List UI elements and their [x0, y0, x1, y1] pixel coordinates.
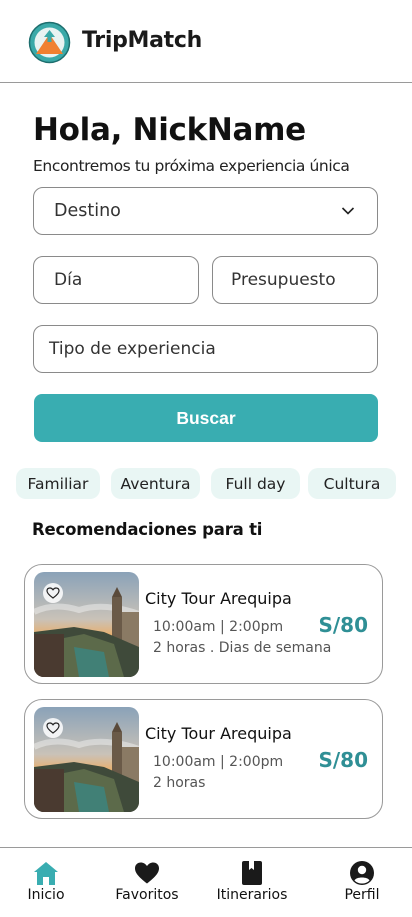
tripmatch-logo-icon[interactable]: [28, 21, 71, 64]
chevron-down-icon: [341, 207, 355, 215]
home-icon: [32, 859, 60, 887]
bottom-nav: Inicio Favoritos Itinerarios Perfil: [0, 847, 412, 917]
user-icon: [348, 859, 376, 887]
brand-name: TripMatch: [82, 28, 202, 53]
presupuesto-placeholder: Presupuesto: [231, 270, 336, 290]
favorite-heart-icon[interactable]: [43, 718, 63, 738]
tour-schedule: 10:00am | 2:00pm: [153, 754, 284, 770]
tour-price: S/80: [318, 613, 368, 637]
nav-label: Perfil: [344, 887, 380, 903]
tour-price: S/80: [318, 748, 368, 772]
presupuesto-field[interactable]: Presupuesto: [212, 256, 378, 304]
tour-title: City Tour Arequipa: [145, 724, 292, 743]
nav-item-favoritos[interactable]: Favoritos: [108, 848, 186, 917]
nav-label: Itinerarios: [216, 887, 288, 903]
destino-placeholder: Destino: [54, 201, 121, 221]
nav-item-itinerarios[interactable]: Itinerarios: [214, 848, 290, 917]
recommendation-card[interactable]: City Tour Arequipa 10:00am | 2:00pm 2 ho…: [24, 699, 383, 819]
tour-duration: 2 horas: [153, 775, 206, 791]
tour-duration: 2 horas . Dias de semana: [153, 640, 332, 656]
chip-full-day[interactable]: Full day: [211, 468, 300, 499]
page-subtitle: Encontremos tu próxima experiencia única: [33, 157, 350, 175]
chip-familiar[interactable]: Familiar: [16, 468, 100, 499]
chip-aventura[interactable]: Aventura: [111, 468, 200, 499]
tour-title: City Tour Arequipa: [145, 589, 292, 608]
tour-photo: [34, 707, 139, 812]
dia-placeholder: Día: [54, 270, 83, 290]
tour-photo: [34, 572, 139, 677]
dia-field[interactable]: Día: [33, 256, 199, 304]
favorite-heart-icon[interactable]: [43, 583, 63, 603]
destino-select[interactable]: Destino: [33, 187, 378, 235]
chip-cultura[interactable]: Cultura: [308, 468, 396, 499]
nav-label: Favoritos: [115, 887, 179, 903]
heart-icon: [133, 859, 161, 887]
app-header: TripMatch: [0, 0, 412, 83]
nav-item-inicio[interactable]: Inicio: [18, 848, 74, 917]
tipo-placeholder: Tipo de experiencia: [49, 339, 216, 359]
recommendations-title: Recomendaciones para ti: [32, 520, 263, 539]
tipo-experiencia-field[interactable]: Tipo de experiencia: [33, 325, 378, 373]
page-title: Hola, NickName: [33, 112, 306, 148]
tour-schedule: 10:00am | 2:00pm: [153, 619, 284, 635]
nav-label: Inicio: [27, 887, 65, 903]
buscar-button[interactable]: Buscar: [34, 394, 378, 442]
book-icon: [238, 859, 266, 887]
recommendation-card[interactable]: City Tour Arequipa 10:00am | 2:00pm 2 ho…: [24, 564, 383, 684]
nav-item-perfil[interactable]: Perfil: [338, 848, 386, 917]
